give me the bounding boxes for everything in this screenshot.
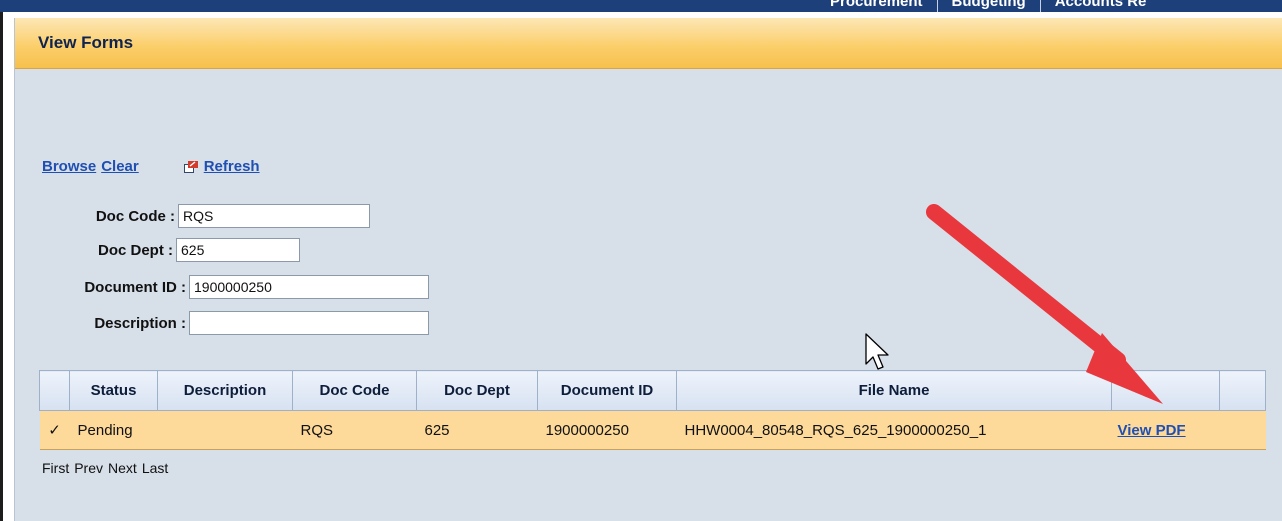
doc-code-row: Doc Code :: [15, 204, 370, 228]
status-cell: Pending: [69, 410, 158, 450]
description-input[interactable]: [189, 311, 429, 335]
description-cell: [157, 410, 293, 450]
nav-item-budgeting[interactable]: Budgeting: [952, 0, 1026, 12]
page-title: View Forms: [38, 33, 134, 52]
forms-table: Status Description Doc Code Doc Dept Doc…: [39, 370, 1266, 450]
doc-code-input[interactable]: [178, 204, 370, 228]
refresh-action[interactable]: Refresh: [183, 158, 265, 175]
row-check-icon: ✓: [39, 410, 70, 450]
pager-last[interactable]: Last: [142, 460, 168, 476]
column-header-document-id[interactable]: Document ID: [537, 370, 677, 411]
doc-code-cell: RQS: [292, 410, 417, 450]
extra-cell: [1219, 410, 1266, 450]
view-pdf-cell: View PDF: [1111, 410, 1220, 450]
doc-dept-label: Doc Dept :: [98, 241, 173, 259]
column-header-doc-dept[interactable]: Doc Dept: [416, 370, 538, 411]
table-row[interactable]: ✓ Pending RQS 625 1900000250 HHW0004_805…: [39, 410, 1266, 450]
column-header-action: [1111, 370, 1220, 411]
document-id-label: Document ID :: [84, 278, 186, 296]
browse-link[interactable]: Browse: [42, 158, 96, 175]
column-header-status[interactable]: Status: [69, 370, 158, 411]
pager-prev[interactable]: Prev: [74, 460, 103, 476]
pagination: First Prev Next Last: [42, 460, 173, 476]
description-row: Description :: [15, 311, 429, 335]
description-label: Description :: [94, 314, 186, 332]
column-header-doc-code[interactable]: Doc Code: [292, 370, 417, 411]
file-name-cell: HHW0004_80548_RQS_625_1900000250_1: [676, 410, 1112, 450]
document-id-input[interactable]: [189, 275, 429, 299]
table-header-row: Status Description Doc Code Doc Dept Doc…: [39, 370, 1266, 411]
refresh-icon[interactable]: [183, 160, 198, 173]
nav-item-accounts[interactable]: Accounts Re: [1055, 0, 1147, 12]
column-header-description[interactable]: Description: [157, 370, 293, 411]
top-nav-menu: Procurement Budgeting Accounts Re: [830, 0, 1146, 12]
document-id-row: Document ID :: [15, 275, 429, 299]
column-header-extra: [1219, 370, 1266, 411]
doc-code-label: Doc Code :: [95, 207, 175, 225]
refresh-link[interactable]: Refresh: [204, 158, 260, 175]
doc-dept-row: Doc Dept :: [15, 238, 300, 262]
doc-dept-input[interactable]: [176, 238, 300, 262]
action-links: Browse Clear Refresh: [42, 158, 265, 175]
window-left-border: [0, 12, 3, 521]
doc-dept-cell: 625: [416, 410, 538, 450]
top-navigation-bar: Procurement Budgeting Accounts Re: [0, 0, 1282, 12]
nav-item-procurement[interactable]: Procurement: [830, 0, 923, 12]
nav-separator: [1039, 0, 1041, 12]
column-header-file-name[interactable]: File Name: [676, 370, 1112, 411]
pager-first[interactable]: First: [42, 460, 69, 476]
clear-link[interactable]: Clear: [101, 158, 139, 175]
pager-next[interactable]: Next: [108, 460, 137, 476]
nav-separator: [936, 0, 938, 12]
column-header-select: [39, 370, 70, 411]
document-id-cell: 1900000250: [537, 410, 677, 450]
page-header: View Forms: [15, 18, 1282, 69]
content-panel: View Forms Browse Clear Refresh Doc Code…: [14, 18, 1282, 521]
view-pdf-link[interactable]: View PDF: [1118, 422, 1186, 439]
